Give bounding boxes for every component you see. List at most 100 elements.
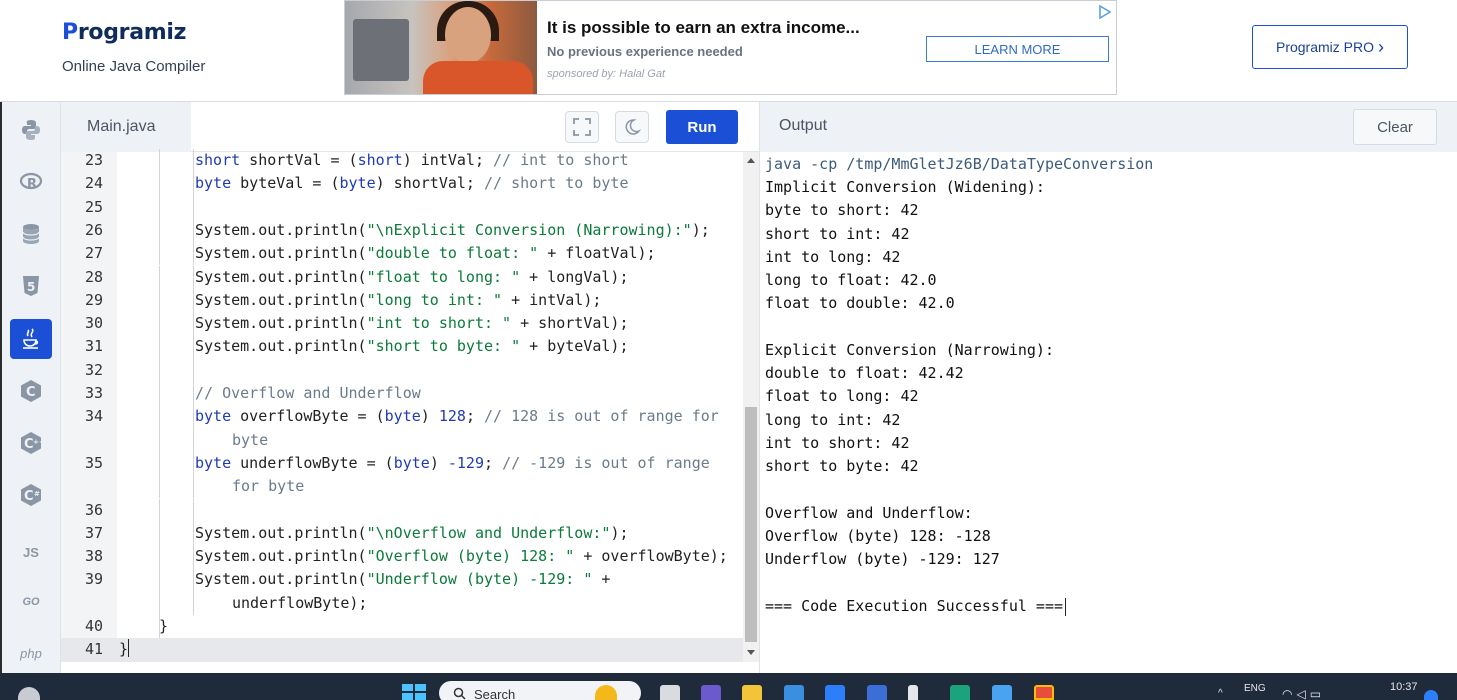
java-icon[interactable] (10, 319, 52, 359)
indent-guide (193, 242, 194, 266)
scroll-down-arrow-icon[interactable] (747, 650, 755, 655)
learn-more-button[interactable]: LEARN MORE (926, 36, 1109, 62)
line-number: 40 (84, 617, 103, 635)
code-line[interactable]: 30 System.out.println("int to short: " + … (61, 312, 743, 336)
code-line[interactable]: 31 System.out.println("short to byte: " +… (61, 335, 743, 359)
code-line[interactable]: 38 System.out.println("Overflow (byte) 12… (61, 545, 743, 569)
scroll-thumb[interactable] (745, 407, 757, 642)
dark-mode-button[interactable] (615, 111, 649, 143)
code-line[interactable]: 41} (61, 638, 743, 662)
line-number: 35 (84, 453, 103, 472)
code-line[interactable]: 27 System.out.println("double to float: "… (61, 242, 743, 266)
go-language-icon[interactable]: GO (10, 582, 52, 622)
volume-icon[interactable]: ◁ (1296, 687, 1309, 700)
fullscreen-button[interactable] (565, 111, 599, 143)
output-console[interactable]: java -cp /tmp/MmGletJz6B/DataTypeConvers… (759, 152, 1457, 673)
line-source: System.out.println("\nExplicit Conversio… (195, 219, 710, 242)
html5-icon[interactable]: 5 (10, 266, 52, 306)
edge-icon[interactable] (950, 685, 970, 700)
sql-database-icon[interactable] (10, 214, 52, 254)
advertisement-banner[interactable]: It is possible to earn an extra income..… (344, 0, 1117, 95)
run-button[interactable]: Run (666, 110, 738, 144)
notification-icon[interactable] (1424, 690, 1438, 700)
windows-start-icon[interactable] (402, 684, 426, 700)
code-token: } (119, 640, 129, 659)
code-line[interactable]: underflowByte); (61, 591, 743, 615)
output-header: Output Clear (759, 102, 1457, 152)
text-cursor (128, 639, 130, 658)
code-line[interactable]: 37 System.out.println("\nOverflow and Und… (61, 521, 743, 546)
code-token: -129 (447, 453, 484, 472)
clear-button[interactable]: Clear (1353, 109, 1437, 145)
line-source: System.out.println("short to byte: " + b… (195, 335, 629, 358)
fullscreen-icon (573, 118, 591, 136)
battery-icon[interactable]: ▭ (1310, 687, 1325, 700)
editor-bottom-strip (61, 662, 759, 673)
site-header: Programiz Online Java Compiler It is pos… (0, 0, 1457, 102)
code-token: System.out.println( (195, 267, 367, 286)
chat-icon[interactable] (701, 685, 721, 700)
code-line[interactable]: 32 (61, 358, 743, 382)
code-line[interactable]: 28 System.out.println("float to long: " +… (61, 265, 743, 289)
code-line[interactable]: 24 byte byteVal = (byte) shortVal; // sho… (61, 172, 743, 196)
mail-icon[interactable] (825, 685, 845, 700)
tab-main-java[interactable]: Main.java (61, 102, 191, 152)
editor-scrollbar[interactable] (743, 152, 759, 662)
teams-icon[interactable] (867, 685, 887, 700)
code-line[interactable]: byte (61, 428, 743, 452)
code-line[interactable]: 36 (61, 498, 743, 522)
javascript-icon[interactable]: JS (10, 532, 52, 572)
ad-description: No previous experience needed (547, 44, 743, 59)
code-line[interactable]: 29 System.out.println("long to int: " + i… (61, 288, 743, 313)
code-line[interactable]: 34 byte overflowByte = (byte) 128; // 128… (61, 405, 743, 429)
code-editor[interactable]: 23 short shortVal = (short) intVal; // in… (61, 149, 759, 662)
code-line[interactable]: 26 System.out.println("\nExplicit Convers… (61, 218, 743, 243)
ad-choices-icon[interactable] (1098, 5, 1112, 19)
ad-image[interactable] (345, 1, 537, 94)
clock-time[interactable]: 10:37 (1390, 681, 1418, 693)
system-tray-icons[interactable]: ◠◁▭ (1282, 687, 1325, 700)
c-glyph: C (26, 385, 36, 400)
taskbar-search[interactable]: Search (439, 681, 641, 700)
php-language-icon[interactable]: php (10, 633, 52, 673)
terminal-icon[interactable] (908, 685, 918, 700)
ad-title[interactable]: It is possible to earn an extra income..… (547, 18, 860, 38)
cpp-language-icon[interactable]: C ++ (10, 423, 52, 463)
indent-guide (193, 545, 194, 569)
wifi-icon[interactable]: ◠ (1282, 687, 1296, 700)
code-line[interactable]: 25 (61, 195, 743, 219)
csharp-language-icon[interactable]: C # (10, 475, 52, 515)
programiz-logo[interactable]: Programiz (62, 20, 186, 45)
code-token: for byte (232, 477, 305, 496)
notepad-icon[interactable] (992, 685, 1012, 700)
code-token: + (592, 570, 611, 589)
line-number: 32 (84, 360, 103, 379)
javascript-label: JS (23, 544, 39, 560)
line-source: System.out.println("float to long: " + l… (195, 266, 629, 289)
output-line: short to byte: 42 (765, 457, 919, 475)
programiz-pro-button[interactable]: Programiz PRO › (1252, 25, 1408, 69)
indent-guide (193, 521, 194, 546)
c-language-icon[interactable]: C (10, 371, 52, 411)
code-token: ) intVal; (402, 151, 494, 169)
code-line[interactable]: 23 short shortVal = (short) intVal; // in… (61, 149, 743, 173)
input-language[interactable]: ENG (1244, 683, 1266, 694)
scroll-up-arrow-icon[interactable] (747, 158, 755, 163)
chevron-up-icon[interactable]: ^ (1218, 688, 1223, 699)
task-view-icon[interactable] (660, 685, 680, 700)
chrome-icon[interactable] (1034, 685, 1054, 700)
weather-icon[interactable] (18, 687, 40, 700)
r-language-icon[interactable]: R (10, 162, 52, 202)
file-explorer-icon[interactable] (742, 685, 762, 700)
code-line[interactable]: 40} (61, 615, 743, 639)
code-line[interactable]: 35 byte underflowByte = (byte) -129; // -… (61, 451, 743, 476)
line-source: } (159, 615, 168, 638)
code-line[interactable]: 33 // Overflow and Underflow (61, 382, 743, 406)
logo-text: rogramiz (77, 20, 187, 45)
store-icon[interactable] (784, 685, 804, 700)
code-line[interactable]: 39 System.out.println("Underflow (byte) -… (61, 568, 743, 592)
output-line: double to float: 42.42 (765, 364, 964, 382)
python-icon[interactable] (10, 110, 52, 150)
language-sidebar: R 5 C C ++ C # JS GO php (2, 102, 61, 673)
code-line[interactable]: for byte (61, 475, 743, 499)
